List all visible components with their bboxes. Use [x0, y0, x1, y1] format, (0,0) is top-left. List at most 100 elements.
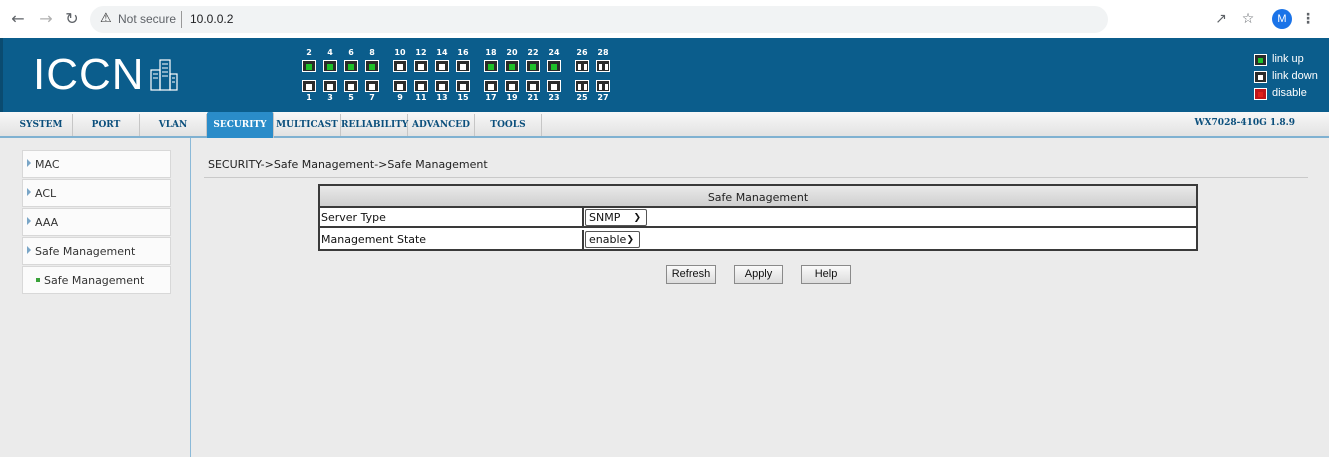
- port-17-icon[interactable]: [484, 80, 498, 92]
- address-bar[interactable]: ⚠ Not secure 10.0.0.2: [90, 6, 1108, 33]
- security-label: Not secure: [118, 12, 177, 26]
- tab-security[interactable]: SECURITY: [207, 112, 274, 138]
- firmware-version: WX7028-410G 1.8.9: [1194, 118, 1295, 128]
- port-8-icon[interactable]: [365, 60, 379, 72]
- port-number-label: 16: [457, 48, 469, 57]
- port-number-label: 12: [415, 48, 427, 57]
- port-number-label: 20: [506, 48, 518, 57]
- port-18-icon[interactable]: [484, 60, 498, 72]
- menu-icon[interactable]: ⋮: [1298, 9, 1318, 29]
- port-1-icon[interactable]: [302, 80, 316, 92]
- port-number-label: 5: [348, 93, 354, 102]
- port-number-label: 2: [306, 48, 312, 57]
- help-button[interactable]: Help: [801, 265, 851, 284]
- port-number-label: 14: [436, 48, 448, 57]
- breadcrumb: SECURITY->Safe Management->Safe Manageme…: [208, 158, 488, 171]
- apply-button[interactable]: Apply: [734, 265, 783, 284]
- port-5-icon[interactable]: [344, 80, 358, 92]
- tab-reliability[interactable]: RELIABILITY: [341, 114, 408, 136]
- sidebar-item-mac[interactable]: MAC: [22, 150, 171, 178]
- port-3-icon[interactable]: [323, 80, 337, 92]
- port-number-label: 17: [485, 93, 497, 102]
- port-number-label: 23: [548, 93, 560, 102]
- port-27-icon[interactable]: [596, 80, 610, 92]
- link-up-icon: [1254, 54, 1267, 66]
- port-16-icon[interactable]: [456, 60, 470, 72]
- chevron-down-icon: ❯: [626, 235, 634, 245]
- port-number-label: 15: [457, 93, 469, 102]
- sidebar-item-acl[interactable]: ACL: [22, 179, 171, 207]
- port-2-icon[interactable]: [302, 60, 316, 72]
- port-number-label: 13: [436, 93, 448, 102]
- tab-vlan[interactable]: VLAN: [140, 114, 207, 136]
- caret-right-icon: [27, 159, 31, 167]
- tab-multicast[interactable]: MULTICAST: [274, 114, 341, 136]
- sidebar-item-aaa[interactable]: AAA: [22, 208, 171, 236]
- tab-system[interactable]: SYSTEM: [10, 114, 73, 136]
- port-19-icon[interactable]: [505, 80, 519, 92]
- port-9-icon[interactable]: [393, 80, 407, 92]
- tab-tools[interactable]: TOOLS: [475, 114, 542, 136]
- tab-port[interactable]: PORT: [73, 114, 140, 136]
- port-10-icon[interactable]: [393, 60, 407, 72]
- port-number-label: 4: [327, 48, 333, 57]
- port-13-icon[interactable]: [435, 80, 449, 92]
- port-number-label: 18: [485, 48, 497, 57]
- back-icon[interactable]: ←: [8, 9, 28, 29]
- caret-right-icon: [27, 217, 31, 225]
- brand-logo: ICCN: [33, 50, 145, 99]
- chevron-down-icon: ❯: [633, 213, 641, 223]
- port-7-icon[interactable]: [365, 80, 379, 92]
- port-number-label: 7: [369, 93, 375, 102]
- port-28-icon[interactable]: [596, 60, 610, 72]
- port-20-icon[interactable]: [505, 60, 519, 72]
- browser-toolbar: ← → ↻ ⚠ Not secure 10.0.0.2 ↗ ☆ M ⋮: [0, 0, 1329, 39]
- port-number-label: 19: [506, 93, 518, 102]
- building-icon: [150, 59, 178, 91]
- bullet-icon: [36, 278, 40, 282]
- management-state-row: Management State enable ❯: [320, 230, 1196, 250]
- port-number-label: 24: [548, 48, 560, 57]
- profile-avatar[interactable]: M: [1272, 9, 1292, 29]
- panel-title: Safe Management: [320, 186, 1196, 208]
- port-number-label: 8: [369, 48, 375, 57]
- port-number-label: 11: [415, 93, 427, 102]
- port-number-label: 9: [397, 93, 403, 102]
- port-number-label: 27: [597, 93, 609, 102]
- refresh-button[interactable]: Refresh: [666, 265, 716, 284]
- port-15-icon[interactable]: [456, 80, 470, 92]
- port-22-icon[interactable]: [526, 60, 540, 72]
- tab-advanced[interactable]: ADVANCED: [408, 114, 475, 136]
- main-nav: SYSTEM PORT VLAN SECURITY MULTICAST RELI…: [0, 112, 1329, 138]
- port-25-icon[interactable]: [575, 80, 589, 92]
- star-icon[interactable]: ☆: [1238, 9, 1258, 29]
- share-icon[interactable]: ↗: [1211, 9, 1231, 29]
- sidebar: MAC ACL AAA Safe Management Safe Managem…: [0, 138, 191, 457]
- port-21-icon[interactable]: [526, 80, 540, 92]
- management-state-label: Management State: [321, 233, 427, 246]
- link-down-icon: [1254, 71, 1267, 83]
- url-text[interactable]: 10.0.0.2: [190, 12, 233, 26]
- port-23-icon[interactable]: [547, 80, 561, 92]
- management-state-select[interactable]: enable ❯: [585, 231, 640, 248]
- port-number-label: 26: [576, 48, 588, 57]
- device-banner: ICCN 2 4 6 8 10 12 14 16 18 20 22 24 26 28 1 3 5 7 9 11 13 15…: [0, 38, 1329, 112]
- port-number-label: 25: [576, 93, 588, 102]
- sidebar-item-safe-management[interactable]: Safe Management: [22, 237, 171, 265]
- port-6-icon[interactable]: [344, 60, 358, 72]
- port-24-icon[interactable]: [547, 60, 561, 72]
- sidebar-subitem-safe-management[interactable]: Safe Management: [22, 266, 171, 294]
- forward-icon[interactable]: →: [36, 9, 56, 29]
- port-11-icon[interactable]: [414, 80, 428, 92]
- server-type-row: Server Type SNMP ❯: [320, 208, 1196, 228]
- port-number-label: 21: [527, 93, 539, 102]
- port-4-icon[interactable]: [323, 60, 337, 72]
- reload-icon[interactable]: ↻: [62, 9, 82, 29]
- caret-right-icon: [27, 246, 31, 254]
- port-26-icon[interactable]: [575, 60, 589, 72]
- server-type-label: Server Type: [321, 211, 386, 224]
- port-12-icon[interactable]: [414, 60, 428, 72]
- server-type-select[interactable]: SNMP ❯: [585, 209, 647, 226]
- port-14-icon[interactable]: [435, 60, 449, 72]
- port-number-label: 10: [394, 48, 406, 57]
